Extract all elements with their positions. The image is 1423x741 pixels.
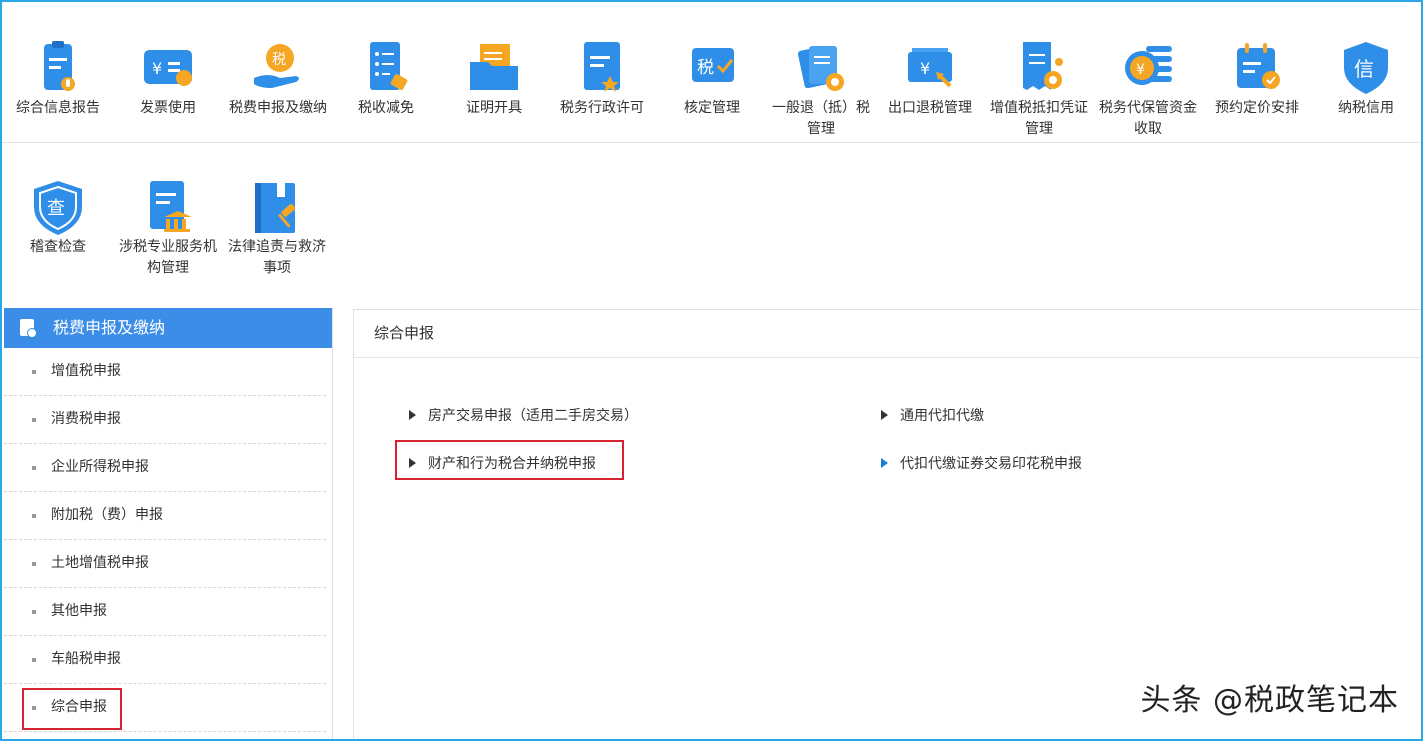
sidebar-item-other[interactable]: 其他申报 [4, 588, 326, 636]
sidebar-item-label: 附加税（费）申报 [51, 507, 163, 523]
sidebar-item-label: 增值税申报 [51, 363, 121, 379]
credit-shield-icon: 信 [1336, 38, 1396, 98]
sidebar-item-surtax[interactable]: 附加税（费）申报 [4, 492, 326, 540]
app-frame: 综合信息报告 ¥ 发票使用 税 税费申报及缴纳 税收减免 证明开具 税务行政许可… [0, 0, 1423, 741]
tile-certificate-issue[interactable]: 证明开具 [440, 38, 548, 119]
tile-label: 税务行政许可 [560, 100, 644, 116]
svg-text:¥: ¥ [152, 59, 162, 78]
vat-voucher-gear-icon [1009, 38, 1069, 98]
tile-export-refund[interactable]: ¥ 出口退税管理 [876, 38, 984, 119]
link-property-transaction[interactable]: 房产交易申报（适用二手房交易） [409, 405, 638, 425]
triangle-right-icon [409, 410, 416, 420]
link-label: 房产交易申报（适用二手房交易） [428, 408, 638, 424]
tile-custody-funds[interactable]: ¥ 税务代保管资金收取 [1094, 38, 1202, 140]
sidebar-item-vehicle-tax[interactable]: 车船税申报 [4, 636, 326, 684]
tile-label: 综合信息报告 [16, 100, 100, 116]
sidebar-item-label: 车船税申报 [51, 651, 121, 667]
tile-general-refund[interactable]: 一般退（抵）税管理 [767, 38, 875, 140]
function-grid-row-1: 综合信息报告 ¥ 发票使用 税 税费申报及缴纳 税收减免 证明开具 税务行政许可… [2, 2, 1421, 143]
link-general-withholding[interactable]: 通用代扣代缴 [881, 405, 984, 425]
tax-approve-icon: 税 [682, 38, 742, 98]
sidebar-item-corporate-income-tax[interactable]: 企业所得税申报 [4, 444, 326, 492]
tile-label: 核定管理 [684, 100, 740, 116]
document-icon [20, 319, 37, 338]
svg-text:¥: ¥ [920, 59, 930, 78]
sidebar-item-label: 其他申报 [51, 603, 107, 619]
tile-label: 稽查检查 [30, 239, 86, 255]
sidebar-item-label: 土地增值税申报 [51, 555, 149, 571]
highlight-box [22, 688, 122, 730]
tile-label: 发票使用 [140, 100, 196, 116]
report-mic-icon [28, 38, 88, 98]
tile-legal-remedy[interactable]: 法律追责与救济事项 [223, 177, 331, 279]
tile-admin-permit[interactable]: 税务行政许可 [548, 38, 656, 119]
refund-gear-icon [791, 38, 851, 98]
tax-reduction-list-icon [356, 38, 416, 98]
bullet-icon [32, 514, 36, 518]
admin-permit-icon [572, 38, 632, 98]
bullet-icon [32, 610, 36, 614]
sidebar-title: 税费申报及缴纳 [53, 318, 166, 337]
tile-label: 出口退税管理 [888, 100, 972, 116]
bullet-icon [32, 658, 36, 662]
tile-label: 一般退（抵）税管理 [772, 100, 870, 137]
link-label: 通用代扣代缴 [900, 408, 984, 424]
certificate-folder-icon [464, 38, 524, 98]
bullet-icon [32, 418, 36, 422]
function-grid-row-2: 查 稽查检查 涉税专业服务机构管理 法律追责与救济事项 [2, 143, 1421, 293]
tile-comprehensive-report[interactable]: 综合信息报告 [4, 38, 112, 119]
tile-invoice-use[interactable]: ¥ 发票使用 [114, 38, 222, 119]
sidebar-header: 税费申报及缴纳 [4, 308, 332, 348]
watermark-text: 头条 @税政笔记本 [1140, 683, 1399, 718]
tax-payment-hand-icon: 税 [248, 38, 308, 98]
sidebar-item-label: 消费税申报 [51, 411, 121, 427]
svg-text:¥: ¥ [1136, 62, 1145, 78]
tile-label: 纳税信用 [1338, 100, 1394, 116]
tile-label: 预约定价安排 [1215, 100, 1299, 116]
tile-label: 增值税抵扣凭证管理 [990, 100, 1088, 137]
coin-stack-icon: ¥ [1118, 38, 1178, 98]
tile-label: 税务代保管资金收取 [1099, 100, 1197, 137]
tile-vat-voucher[interactable]: 增值税抵扣凭证管理 [985, 38, 1093, 140]
invoice-icon: ¥ [138, 38, 198, 98]
bullet-icon [32, 562, 36, 566]
inspection-shield-icon: 查 [28, 177, 88, 237]
tile-tax-reduction[interactable]: 税收减免 [332, 38, 440, 119]
svg-text:税: 税 [272, 52, 286, 68]
sidebar-item-label: 企业所得税申报 [51, 459, 149, 475]
bullet-icon [32, 370, 36, 374]
link-securities-stamp-tax[interactable]: 代扣代缴证券交易印花税申报 [881, 453, 1082, 473]
tile-tax-credit[interactable]: 信 纳税信用 [1312, 38, 1420, 119]
tile-tax-service-institution[interactable]: 涉税专业服务机构管理 [114, 177, 222, 279]
sidebar-item-land-vat[interactable]: 土地增值税申报 [4, 540, 326, 588]
tile-inspection[interactable]: 查 稽查检查 [4, 177, 112, 258]
triangle-right-icon [881, 410, 888, 420]
tile-label: 税费申报及缴纳 [229, 100, 327, 116]
tile-label: 税收减免 [358, 100, 414, 116]
svg-text:税: 税 [697, 58, 714, 78]
panel-title: 综合申报 [354, 310, 1421, 358]
svg-text:信: 信 [1354, 57, 1374, 81]
sidebar-item-consumption-tax[interactable]: 消费税申报 [4, 396, 326, 444]
bullet-icon [32, 466, 36, 470]
tile-assessment-mgmt[interactable]: 税 核定管理 [658, 38, 766, 119]
sidebar: 税费申报及缴纳 增值税申报 消费税申报 企业所得税申报 附加税（费）申报 土地增… [4, 308, 333, 739]
triangle-right-icon [881, 458, 888, 468]
tile-tax-declare-pay[interactable]: 税 税费申报及缴纳 [224, 38, 332, 119]
tile-label: 法律追责与救济事项 [228, 239, 326, 276]
law-book-gavel-icon [247, 177, 307, 237]
link-label: 代扣代缴证券交易印花税申报 [900, 456, 1082, 472]
svg-text:查: 查 [47, 198, 65, 219]
calendar-check-icon [1227, 38, 1287, 98]
sidebar-item-vat[interactable]: 增值税申报 [4, 348, 326, 396]
tile-label: 证明开具 [466, 100, 522, 116]
export-refund-icon: ¥ [900, 38, 960, 98]
institution-doc-icon [138, 177, 198, 237]
tile-advance-pricing[interactable]: 预约定价安排 [1203, 38, 1311, 119]
tile-label: 涉税专业服务机构管理 [119, 239, 217, 276]
highlight-box [395, 440, 624, 480]
